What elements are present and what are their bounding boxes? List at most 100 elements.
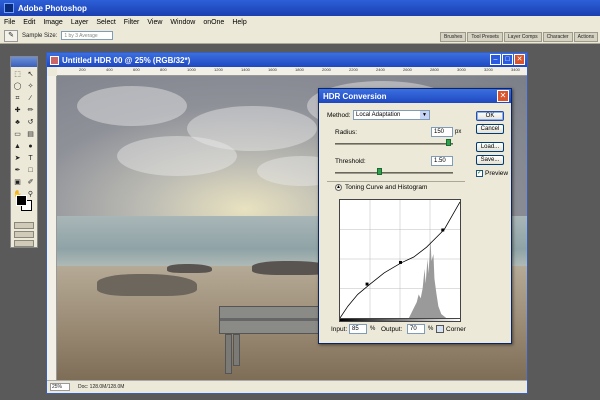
toning-curve-graph[interactable] — [339, 199, 461, 319]
menu-select[interactable]: Select — [96, 19, 115, 26]
menu-layer[interactable]: Layer — [71, 19, 89, 26]
radius-input[interactable]: 150 — [431, 127, 453, 137]
menu-help[interactable]: Help — [232, 19, 246, 26]
save-button[interactable]: Save... — [476, 155, 504, 165]
foreground-color-swatch[interactable] — [16, 195, 27, 206]
dialog-close-icon[interactable]: ✕ — [497, 90, 509, 102]
lasso-tool-icon[interactable]: ◯ — [12, 81, 23, 92]
notes-tool-icon[interactable]: ▣ — [12, 177, 23, 188]
eraser-tool-icon[interactable]: ▭ — [12, 129, 23, 140]
tab-character[interactable]: Character — [542, 32, 573, 42]
close-button[interactable]: ✕ — [514, 54, 525, 65]
threshold-slider-track[interactable] — [335, 172, 453, 174]
radius-slider-thumb[interactable] — [446, 139, 451, 146]
section-divider — [327, 181, 465, 182]
pen-tool-icon[interactable]: ✒ — [12, 165, 23, 176]
cancel-button[interactable]: Cancel — [476, 124, 504, 134]
menu-window[interactable]: Window — [170, 19, 195, 26]
ruler-tick-label: 3200 — [484, 67, 493, 72]
corner-checkbox[interactable] — [436, 325, 444, 333]
ruler-tick-label: 2200 — [349, 67, 358, 72]
toolbox: ⬚ ↖ ◯ ✧ ⌗ ∕ ✚ ✏ ♣ ↺ ▭ ▤ ▲ ● ➤ T ✒ □ ▣ ✐ … — [10, 56, 38, 248]
curve-point[interactable] — [365, 282, 369, 286]
radius-unit: px — [455, 129, 462, 135]
curve-grid — [340, 200, 460, 318]
shape-tool-icon[interactable]: □ — [25, 165, 36, 176]
tab-brushes[interactable]: Brushes — [440, 32, 467, 42]
photo-cloud — [117, 136, 237, 176]
radius-slider-track[interactable] — [335, 143, 453, 145]
tab-layer-comps[interactable]: Layer Comps — [503, 32, 542, 42]
input-field[interactable]: 85 — [349, 324, 367, 334]
type-tool-icon[interactable]: T — [25, 153, 36, 164]
ruler-tick-label: 3000 — [457, 67, 466, 72]
chevron-down-icon: ▼ — [420, 111, 429, 119]
minimize-button[interactable]: – — [490, 54, 501, 65]
sample-size-label: Sample Size: — [22, 32, 58, 39]
toning-curve-label: Toning Curve and Histogram — [345, 184, 428, 191]
ruler-tick-label: 3400 — [511, 67, 520, 72]
healing-brush-icon[interactable]: ✚ — [12, 105, 23, 116]
curve-point[interactable] — [441, 228, 445, 232]
ruler-tick-label: 2400 — [376, 67, 385, 72]
sample-size-select[interactable]: 1 by 3 Average — [61, 31, 114, 40]
history-brush-icon[interactable]: ↺ — [25, 117, 36, 128]
status-bar: 25% Doc: 128.0M/128.0M — [47, 380, 527, 393]
toolbox-header[interactable] — [11, 57, 37, 67]
method-select[interactable]: Local Adaptation ▼ — [353, 110, 430, 120]
blur-tool-icon[interactable]: ▲ — [12, 141, 23, 152]
gradient-tool-icon[interactable]: ▤ — [25, 129, 36, 140]
curve-point[interactable] — [399, 260, 402, 264]
menu-view[interactable]: View — [147, 19, 162, 26]
menu-onone[interactable]: onOne — [203, 19, 224, 26]
radius-label: Radius: — [335, 129, 358, 136]
zoom-level[interactable]: 25% — [50, 383, 70, 391]
tab-tool-presets[interactable]: Tool Presets — [467, 32, 503, 42]
menu-image[interactable]: Image — [43, 19, 62, 26]
magic-wand-icon[interactable]: ✧ — [25, 81, 36, 92]
horizontal-ruler: 200 400 600 800 1000 1200 1400 1600 1800 2000 2200… — [57, 67, 527, 76]
photo-cloud — [77, 86, 187, 126]
marquee-tool-icon[interactable]: ⬚ — [12, 69, 23, 80]
clone-stamp-icon[interactable]: ♣ — [12, 117, 23, 128]
vertical-ruler — [47, 76, 57, 381]
slice-tool-icon[interactable]: ∕ — [25, 93, 36, 104]
preview-checkbox[interactable]: ✓ — [476, 170, 483, 177]
move-tool-icon[interactable]: ↖ — [25, 69, 36, 80]
ruler-tick-label: 2800 — [430, 67, 439, 72]
input-unit: % — [370, 326, 376, 332]
photoshop-logo-icon — [4, 3, 14, 13]
threshold-label: Threshold: — [335, 158, 366, 165]
toning-curve-svg — [340, 200, 460, 318]
menu-filter[interactable]: Filter — [124, 19, 140, 26]
tab-actions[interactable]: Actions — [573, 32, 598, 42]
eyedropper-tool-icon[interactable]: ✐ — [25, 177, 36, 188]
menu-file[interactable]: File — [4, 19, 15, 26]
threshold-input[interactable]: 1.50 — [431, 156, 453, 166]
ruler-tick-label: 600 — [133, 67, 140, 72]
output-unit: % — [428, 326, 434, 332]
screen-mode-button[interactable] — [14, 231, 34, 238]
threshold-slider-thumb[interactable] — [377, 168, 382, 175]
photo-rock — [167, 264, 212, 273]
dodge-tool-icon[interactable]: ● — [25, 141, 36, 152]
imageready-jump-button[interactable] — [14, 240, 34, 247]
output-field[interactable]: 70 — [407, 324, 425, 334]
crop-tool-icon[interactable]: ⌗ — [12, 93, 23, 104]
brush-tool-icon[interactable]: ✏ — [25, 105, 36, 116]
eyedropper-icon[interactable]: ✎ — [4, 29, 18, 42]
load-button[interactable]: Load... — [476, 142, 504, 152]
path-select-icon[interactable]: ➤ — [12, 153, 23, 164]
document-titlebar[interactable]: Untitled HDR 00 @ 25% (RGB/32*) — [47, 53, 527, 67]
ruler-tick-label: 800 — [160, 67, 167, 72]
tone-ramp — [339, 318, 461, 322]
ruler-tick-label: 1400 — [241, 67, 250, 72]
ok-button[interactable]: OK — [476, 111, 504, 121]
dialog-title: HDR Conversion — [323, 91, 387, 101]
maximize-button[interactable]: □ — [502, 54, 513, 65]
ruler-tick-label: 1200 — [214, 67, 223, 72]
dialog-titlebar[interactable]: HDR Conversion — [319, 89, 511, 103]
toning-expander-icon[interactable]: ▲ — [335, 184, 342, 191]
quick-mask-mode-button[interactable] — [14, 222, 34, 229]
menu-edit[interactable]: Edit — [23, 19, 35, 26]
